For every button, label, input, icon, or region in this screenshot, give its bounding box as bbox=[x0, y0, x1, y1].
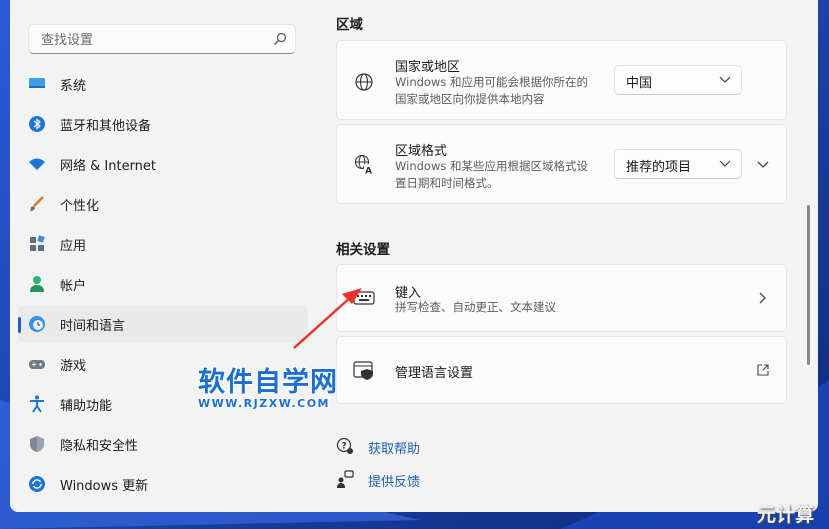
chevron-right-icon bbox=[759, 292, 766, 304]
sidebar-item-label: 隐私和安全性 bbox=[60, 439, 139, 454]
wifi-icon bbox=[29, 158, 45, 170]
watermark-url: WWW.RJZXW.COM bbox=[198, 397, 330, 410]
settings-window: 系统 蓝牙和其他设备 网络 & Internet 个性化 应用 帐户 bbox=[10, 0, 818, 512]
site-watermark: 软件自学网 WWW.RJZXW.COM bbox=[198, 360, 338, 410]
get-help-label: 获取帮助 bbox=[368, 442, 421, 457]
country-description: Windows 和应用可能会根据你所在的 国家或地区向你提供本地内容 bbox=[395, 75, 588, 106]
open-external-icon bbox=[757, 364, 769, 376]
annotation-arrow bbox=[293, 288, 362, 349]
sidebar-item-label: 蓝牙和其他设备 bbox=[60, 119, 152, 134]
search-icon[interactable] bbox=[273, 32, 287, 46]
sidebar-item-time-language[interactable]: 时间和语言 bbox=[18, 306, 308, 342]
feedback-icon bbox=[337, 470, 354, 488]
gamepad-icon bbox=[29, 360, 45, 369]
search-input[interactable] bbox=[39, 30, 263, 50]
language-format-icon: A bbox=[354, 154, 374, 176]
watermark-main: 软件自学网 bbox=[198, 367, 338, 398]
typing-card[interactable]: 键入 拼写检查、自动更正、文本建议 bbox=[336, 264, 787, 332]
help-icon: ? bbox=[336, 437, 353, 454]
sidebar-item-apps[interactable]: 应用 bbox=[18, 226, 308, 262]
brush-icon bbox=[30, 196, 44, 211]
sidebar-item-label: 帐户 bbox=[60, 279, 87, 294]
typing-description: 拼写检查、自动更正、文本建议 bbox=[395, 300, 556, 314]
globe-icon bbox=[355, 73, 373, 91]
accessibility-icon bbox=[30, 395, 44, 413]
sidebar-item-personalization[interactable]: 个性化 bbox=[18, 186, 308, 222]
sidebar-item-network[interactable]: 网络 & Internet bbox=[18, 146, 308, 182]
bluetooth-icon bbox=[29, 116, 45, 132]
apps-icon bbox=[30, 235, 45, 251]
country-dropdown[interactable]: 中国 bbox=[614, 65, 742, 95]
regional-format-description: Windows 和某些应用根据区域格式设 置日期和时间格式。 bbox=[395, 159, 588, 190]
sidebar-item-bluetooth[interactable]: 蓝牙和其他设备 bbox=[18, 106, 308, 142]
clock-globe-icon bbox=[29, 316, 45, 332]
svg-text:A: A bbox=[365, 167, 372, 176]
sidebar-item-label: 时间和语言 bbox=[60, 319, 126, 334]
regional-format-title: 区域格式 bbox=[395, 144, 448, 159]
sidebar-item-label: 个性化 bbox=[60, 199, 100, 214]
sidebar-item-label: Windows 更新 bbox=[60, 479, 149, 494]
section-heading-related: 相关设置 bbox=[336, 242, 390, 258]
country-region-card: 国家或地区 Windows 和应用可能会根据你所在的 国家或地区向你提供本地内容… bbox=[336, 40, 787, 120]
give-feedback-label: 提供反馈 bbox=[368, 475, 421, 490]
country-dropdown-value: 中国 bbox=[626, 76, 653, 91]
shield-icon bbox=[30, 436, 44, 452]
sidebar-item-label: 网络 & Internet bbox=[60, 159, 157, 174]
country-title: 国家或地区 bbox=[395, 60, 461, 75]
selection-indicator bbox=[18, 317, 21, 333]
regional-format-dropdown[interactable]: 推荐的项目 bbox=[614, 149, 742, 179]
chevron-down-icon bbox=[719, 160, 731, 167]
update-icon bbox=[29, 476, 45, 492]
sidebar-item-privacy[interactable]: 隐私和安全性 bbox=[18, 426, 308, 462]
section-heading-region: 区域 bbox=[336, 17, 363, 33]
svg-text:?: ? bbox=[342, 442, 347, 452]
manage-language-title: 管理语言设置 bbox=[395, 366, 474, 381]
sidebar-item-system[interactable]: 系统 bbox=[18, 66, 308, 102]
regional-format-card[interactable]: A 区域格式 Windows 和某些应用根据区域格式设 置日期和时间格式。 推荐… bbox=[336, 124, 787, 204]
sidebar-item-label: 辅助功能 bbox=[60, 399, 113, 414]
regional-format-dropdown-value: 推荐的项目 bbox=[626, 160, 692, 175]
expand-chevron-icon[interactable] bbox=[757, 159, 769, 171]
search-box[interactable] bbox=[28, 24, 296, 54]
manage-language-card[interactable]: 管理语言设置 bbox=[336, 336, 787, 404]
corner-watermark: 元计算 bbox=[757, 504, 815, 526]
person-icon bbox=[30, 276, 44, 292]
chevron-down-icon bbox=[719, 76, 731, 83]
scrollbar-thumb[interactable] bbox=[807, 205, 810, 365]
sidebar-item-label: 游戏 bbox=[60, 359, 87, 374]
sidebar-item-label: 应用 bbox=[60, 239, 87, 254]
sidebar-item-accounts[interactable]: 帐户 bbox=[18, 266, 308, 302]
sidebar-item-windows-update[interactable]: Windows 更新 bbox=[18, 466, 308, 502]
window-shield-icon bbox=[353, 361, 373, 380]
sidebar-item-label: 系统 bbox=[60, 79, 87, 94]
monitor-icon bbox=[29, 78, 45, 88]
